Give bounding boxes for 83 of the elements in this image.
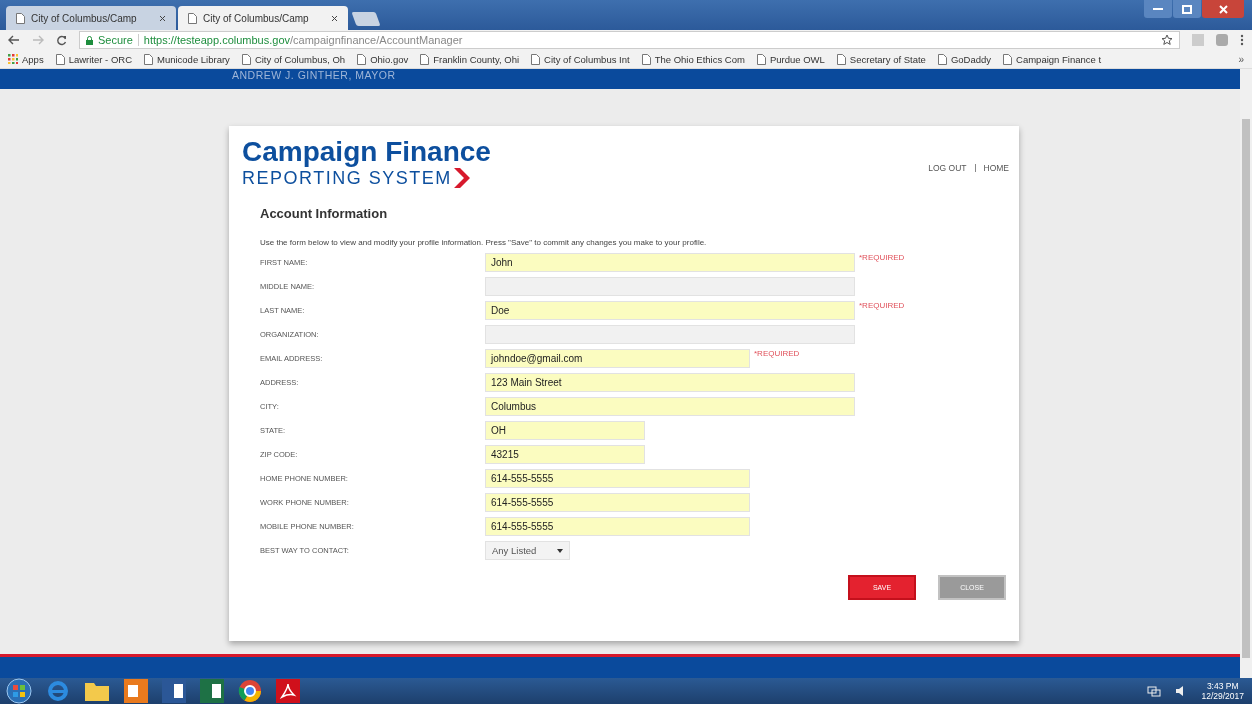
minimize-button[interactable] (1144, 0, 1172, 18)
bookmark-item[interactable]: Lawriter - ORC (55, 53, 132, 65)
input-field[interactable]: 43215 (485, 445, 645, 465)
restore-button[interactable] (1173, 0, 1201, 18)
bookmark-item[interactable]: City of Columbus, Oh (241, 53, 346, 65)
bookmark-item[interactable]: City of Columbus Int (531, 53, 630, 65)
page-icon (144, 53, 153, 65)
clock-date: 12/29/2017 (1201, 691, 1244, 701)
page-icon (641, 53, 651, 65)
page-icon (1003, 53, 1013, 65)
network-icon[interactable] (1147, 685, 1162, 697)
back-icon[interactable] (8, 35, 20, 45)
browser-tab[interactable]: City of Columbus/Camp (178, 6, 348, 30)
required-note: *REQUIRED (859, 300, 905, 310)
folder-icon[interactable] (84, 680, 110, 702)
input-field[interactable]: 614-555-5555 (485, 469, 750, 489)
star-icon[interactable] (1161, 34, 1173, 46)
input-field[interactable]: 614-555-5555 (485, 517, 750, 537)
logo-subtitle: REPORTING SYSTEM (242, 167, 452, 188)
scrollbar[interactable] (1240, 69, 1252, 678)
bookmark-item[interactable]: The Ohio Ethics Com (641, 53, 745, 65)
document-app-icon[interactable] (162, 679, 186, 703)
caret-icon (557, 548, 563, 553)
form-title: Account Information (260, 205, 389, 221)
input-field[interactable]: OH (485, 421, 645, 441)
more-bookmarks[interactable]: » (1238, 53, 1244, 65)
page-icon (55, 53, 65, 65)
lock-icon (86, 35, 93, 45)
page-icon (836, 53, 846, 65)
intro-text: Use the form below to view and modify your profile information. Press "Save" to commit any changes you make to your profile. (260, 237, 708, 247)
minimize-icon (1153, 7, 1163, 11)
input-field[interactable]: 614-555-5555 (485, 493, 750, 513)
browser-tab[interactable]: City of Columbus/Camp (6, 6, 176, 30)
page-icon (420, 53, 430, 65)
browser-e-icon[interactable] (46, 679, 70, 703)
bookmark-item[interactable]: Ohio.gov (357, 53, 409, 65)
close-icon[interactable] (331, 14, 338, 22)
mail-app-icon[interactable] (124, 679, 148, 703)
input-field[interactable] (485, 277, 855, 297)
close-button[interactable] (1202, 0, 1244, 18)
nav-link[interactable]: LOG OUT (928, 162, 967, 173)
address-bar[interactable]: Secure https://testeapp.columbus.gov/campaignfinance/AccountManager (79, 31, 1180, 49)
page-icon (531, 53, 541, 65)
bookmark-item[interactable]: Campaign Finance t (1003, 53, 1102, 65)
page-icon (188, 12, 197, 24)
start-button[interactable] (6, 678, 32, 704)
nav-link[interactable]: HOME (983, 162, 1009, 173)
url-text: https://testeapp.columbus.gov/campaignfinance/AccountManager (143, 34, 463, 46)
bookmark-item[interactable]: Franklin County, Ohi (420, 53, 520, 65)
input-field[interactable]: Doe (485, 301, 855, 321)
pdf-app-icon[interactable] (276, 679, 300, 703)
chevron-icon (453, 167, 470, 188)
bookmark-item[interactable]: Purdue OWL (756, 53, 825, 65)
input-field[interactable]: johndoe@gmail.com (485, 349, 750, 369)
input-field[interactable]: John (485, 253, 855, 273)
input-field[interactable]: 123 Main Street (485, 373, 855, 393)
bookmark-item[interactable]: Municode Library (144, 53, 230, 65)
page-icon (16, 12, 25, 24)
reload-icon[interactable] (56, 34, 67, 46)
secure-label: Secure (98, 34, 133, 46)
bookmark-item[interactable]: Apps (8, 53, 44, 65)
browser-circle-icon[interactable] (238, 679, 262, 703)
clock-time: 3:43 PM (1206, 681, 1239, 691)
close-icon[interactable] (159, 14, 166, 22)
mayor-text: ANDREW J. GINTHER, MAYOR (232, 69, 396, 81)
logo-title: Campaign Finance (242, 135, 491, 168)
bookmark-item[interactable]: GoDaddy (937, 53, 992, 65)
required-note: *REQUIRED (754, 348, 800, 358)
input-field[interactable] (485, 325, 855, 345)
page-icon (756, 53, 766, 65)
page-icon (937, 53, 947, 65)
page-icon (241, 53, 251, 65)
apps-grid-icon (8, 54, 18, 64)
menu-icon[interactable] (1240, 34, 1244, 46)
restore-icon (1182, 4, 1192, 14)
spreadsheet-app-icon[interactable] (200, 679, 224, 703)
new-tab-button[interactable] (351, 12, 381, 26)
contact-dropdown[interactable]: Any Listed (485, 541, 570, 561)
required-note: *REQUIRED (859, 252, 905, 262)
close-icon (1218, 4, 1228, 14)
page-icon (357, 53, 367, 65)
bookmark-item[interactable]: Secretary of State (836, 53, 926, 65)
input-field[interactable]: Columbus (485, 397, 855, 417)
